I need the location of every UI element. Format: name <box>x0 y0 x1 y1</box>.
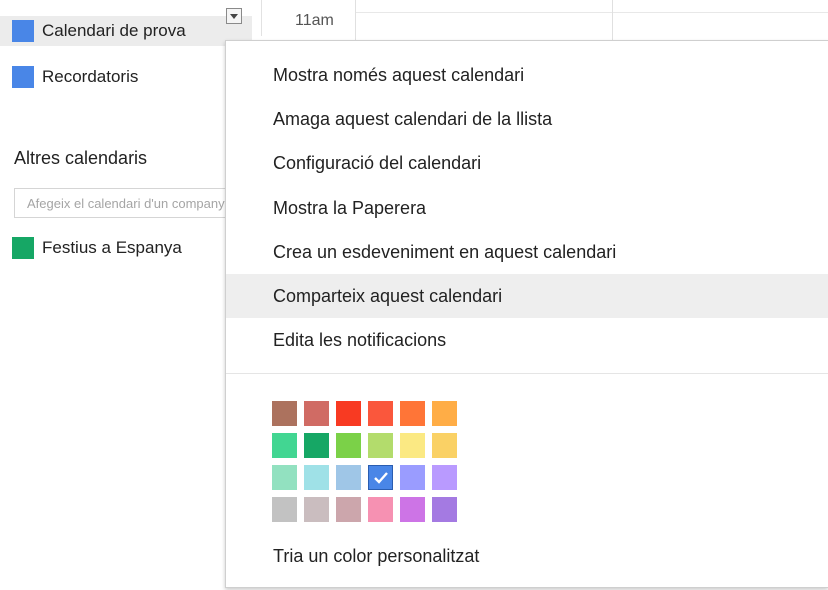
color-swatch[interactable] <box>336 433 361 458</box>
color-swatch[interactable] <box>368 465 393 490</box>
color-swatch[interactable] <box>304 497 329 522</box>
color-swatch[interactable] <box>272 497 297 522</box>
color-swatch[interactable] <box>368 497 393 522</box>
calendar-options-dropdown-button[interactable] <box>226 8 242 24</box>
menu-separator <box>226 373 828 374</box>
color-swatch[interactable] <box>432 401 457 426</box>
color-swatch[interactable] <box>336 497 361 522</box>
color-swatch[interactable] <box>368 401 393 426</box>
calendar-color-swatch <box>12 237 34 259</box>
menu-item-calendar-settings[interactable]: Configuració del calendari <box>226 141 828 185</box>
color-swatch[interactable] <box>304 401 329 426</box>
calendar-item-festius-a-espanya[interactable]: Festius a Espanya <box>12 233 182 263</box>
calendar-sidebar: Calendari de prova Recordatoris Altres c… <box>0 0 262 590</box>
menu-item-show-trash[interactable]: Mostra la Paperera <box>226 186 828 230</box>
checkmark-icon <box>373 471 388 484</box>
calendar-color-swatch <box>12 20 34 42</box>
calendar-options-menu: Mostra només aquest calendari Amaga aque… <box>225 40 828 588</box>
calendar-item-calendari-de-prova[interactable]: Calendari de prova <box>0 16 252 46</box>
color-swatch[interactable] <box>336 401 361 426</box>
color-swatch[interactable] <box>304 465 329 490</box>
menu-item-show-only-this[interactable]: Mostra només aquest calendari <box>226 53 828 97</box>
grid-hour-line <box>355 12 828 13</box>
color-swatch[interactable] <box>272 465 297 490</box>
grid-day-divider <box>612 0 613 40</box>
menu-item-share-calendar[interactable]: Comparteix aquest calendari <box>226 274 828 318</box>
choose-custom-color-link[interactable]: Tria un color personalitzat <box>273 541 479 571</box>
calendar-item-label: Festius a Espanya <box>42 238 182 257</box>
menu-item-create-event[interactable]: Crea un esdeveniment en aquest calendari <box>226 230 828 274</box>
grid-divider <box>261 0 262 36</box>
calendar-color-swatch <box>12 66 34 88</box>
calendar-item-label: Recordatoris <box>42 67 139 86</box>
color-swatch[interactable] <box>304 433 329 458</box>
grid-day-divider <box>355 0 356 40</box>
calendar-item-recordatoris[interactable]: Recordatoris <box>12 62 138 92</box>
add-calendar-input[interactable]: Afegeix el calendari d'un company <box>14 188 234 218</box>
menu-item-edit-notifications[interactable]: Edita les notificacions <box>226 318 828 362</box>
menu-item-hide-from-list[interactable]: Amaga aquest calendari de la llista <box>226 97 828 141</box>
color-swatch[interactable] <box>400 401 425 426</box>
color-palette <box>272 401 462 531</box>
color-swatch[interactable] <box>432 497 457 522</box>
other-calendars-heading[interactable]: Altres calendaris <box>14 148 147 169</box>
color-swatch[interactable] <box>272 401 297 426</box>
time-label: 11am <box>295 12 334 29</box>
color-swatch[interactable] <box>400 497 425 522</box>
color-swatch[interactable] <box>432 433 457 458</box>
calendar-item-label: Calendari de prova <box>42 21 186 40</box>
color-swatch[interactable] <box>336 465 361 490</box>
color-swatch[interactable] <box>368 433 393 458</box>
color-swatch[interactable] <box>400 433 425 458</box>
color-swatch[interactable] <box>272 433 297 458</box>
color-swatch[interactable] <box>400 465 425 490</box>
color-swatch[interactable] <box>432 465 457 490</box>
chevron-down-icon <box>230 13 238 19</box>
